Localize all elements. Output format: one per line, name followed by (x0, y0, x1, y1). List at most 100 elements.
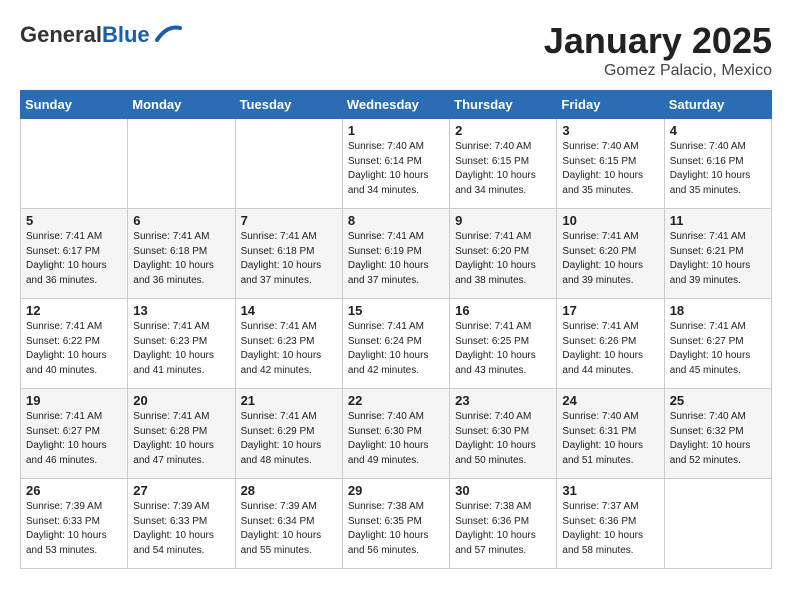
day-number: 10 (562, 213, 658, 228)
calendar-cell: 11 Sunrise: 7:41 AMSunset: 6:21 PMDayligh… (664, 209, 771, 299)
day-info: Sunrise: 7:40 AMSunset: 6:16 PMDaylight:… (670, 140, 766, 198)
logo: GeneralBlue (20, 20, 182, 50)
day-info: Sunrise: 7:40 AMSunset: 6:14 PMDaylight:… (348, 140, 444, 198)
calendar-cell: 24 Sunrise: 7:40 AMSunset: 6:31 PMDayligh… (557, 389, 664, 479)
day-number: 18 (670, 303, 766, 318)
day-info: Sunrise: 7:41 AMSunset: 6:19 PMDaylight:… (348, 230, 444, 288)
day-number: 12 (26, 303, 122, 318)
weekday-header-monday: Monday (128, 91, 235, 119)
calendar-week-row: 26 Sunrise: 7:39 AMSunset: 6:33 PMDayligh… (21, 479, 772, 569)
day-info: Sunrise: 7:41 AMSunset: 6:20 PMDaylight:… (455, 230, 551, 288)
day-info: Sunrise: 7:40 AMSunset: 6:30 PMDaylight:… (455, 410, 551, 468)
calendar-cell (664, 479, 771, 569)
calendar-cell: 14Sunrise: 7:41 AMSunset: 6:23 PMDayligh… (235, 299, 342, 389)
calendar-body: 1 Sunrise: 7:40 AMSunset: 6:14 PMDaylight… (21, 119, 772, 569)
day-info: Sunrise: 7:38 AMSunset: 6:35 PMDaylight:… (348, 500, 444, 558)
calendar-cell: 1 Sunrise: 7:40 AMSunset: 6:14 PMDaylight… (342, 119, 449, 209)
calendar-cell: 25 Sunrise: 7:40 AMSunset: 6:32 PMDayligh… (664, 389, 771, 479)
calendar-cell: 13 Sunrise: 7:41 AMSunset: 6:23 PMDayligh… (128, 299, 235, 389)
day-info: Sunrise: 7:41 AMSunset: 6:23 PMDaylight:… (241, 320, 337, 378)
weekday-header-tuesday: Tuesday (235, 91, 342, 119)
calendar-table: SundayMondayTuesdayWednesdayThursdayFrid… (20, 90, 772, 569)
logo-icon (152, 20, 182, 50)
calendar-cell: 3 Sunrise: 7:40 AMSunset: 6:15 PMDaylight… (557, 119, 664, 209)
calendar-cell: 19Sunrise: 7:41 AMSunset: 6:27 PMDayligh… (21, 389, 128, 479)
day-number: 15 (348, 303, 444, 318)
calendar-week-row: 1 Sunrise: 7:40 AMSunset: 6:14 PMDaylight… (21, 119, 772, 209)
weekday-header-saturday: Saturday (664, 91, 771, 119)
calendar-cell: 31 Sunrise: 7:37 AMSunset: 6:36 PMDayligh… (557, 479, 664, 569)
day-info: Sunrise: 7:41 AMSunset: 6:21 PMDaylight:… (670, 230, 766, 288)
calendar-week-row: 12 Sunrise: 7:41 AMSunset: 6:22 PMDayligh… (21, 299, 772, 389)
title-block: January 2025 Gomez Palacio, Mexico (544, 20, 772, 80)
day-number: 11 (670, 213, 766, 228)
day-info: Sunrise: 7:40 AMSunset: 6:32 PMDaylight:… (670, 410, 766, 468)
page-header: GeneralBlue January 2025 Gomez Palacio, … (20, 20, 772, 80)
day-info: Sunrise: 7:41 AMSunset: 6:24 PMDaylight:… (348, 320, 444, 378)
day-info: Sunrise: 7:41 AMSunset: 6:22 PMDaylight:… (26, 320, 122, 378)
day-info: Sunrise: 7:41 AMSunset: 6:20 PMDaylight:… (562, 230, 658, 288)
day-info: Sunrise: 7:41 AMSunset: 6:26 PMDaylight:… (562, 320, 658, 378)
day-number: 26 (26, 483, 122, 498)
day-number: 1 (348, 123, 444, 138)
day-number: 28 (241, 483, 337, 498)
calendar-cell: 2Sunrise: 7:40 AMSunset: 6:15 PMDaylight… (450, 119, 557, 209)
calendar-cell: 22 Sunrise: 7:40 AMSunset: 6:30 PMDayligh… (342, 389, 449, 479)
calendar-title: January 2025 (544, 20, 772, 62)
day-number: 16 (455, 303, 551, 318)
calendar-cell: 18 Sunrise: 7:41 AMSunset: 6:27 PMDayligh… (664, 299, 771, 389)
calendar-cell: 29 Sunrise: 7:38 AMSunset: 6:35 PMDayligh… (342, 479, 449, 569)
calendar-cell: 17Sunrise: 7:41 AMSunset: 6:26 PMDayligh… (557, 299, 664, 389)
day-number: 7 (241, 213, 337, 228)
weekday-header-wednesday: Wednesday (342, 91, 449, 119)
day-number: 31 (562, 483, 658, 498)
calendar-cell: 30Sunrise: 7:38 AMSunset: 6:36 PMDayligh… (450, 479, 557, 569)
day-info: Sunrise: 7:40 AMSunset: 6:30 PMDaylight:… (348, 410, 444, 468)
day-number: 22 (348, 393, 444, 408)
day-number: 8 (348, 213, 444, 228)
calendar-cell: 26 Sunrise: 7:39 AMSunset: 6:33 PMDayligh… (21, 479, 128, 569)
day-info: Sunrise: 7:39 AMSunset: 6:34 PMDaylight:… (241, 500, 337, 558)
day-info: Sunrise: 7:41 AMSunset: 6:18 PMDaylight:… (241, 230, 337, 288)
calendar-week-row: 5Sunrise: 7:41 AMSunset: 6:17 PMDaylight… (21, 209, 772, 299)
day-info: Sunrise: 7:40 AMSunset: 6:31 PMDaylight:… (562, 410, 658, 468)
day-number: 5 (26, 213, 122, 228)
day-info: Sunrise: 7:41 AMSunset: 6:18 PMDaylight:… (133, 230, 229, 288)
calendar-cell: 5Sunrise: 7:41 AMSunset: 6:17 PMDaylight… (21, 209, 128, 299)
day-number: 20 (133, 393, 229, 408)
day-number: 25 (670, 393, 766, 408)
calendar-cell: 6Sunrise: 7:41 AMSunset: 6:18 PMDaylight… (128, 209, 235, 299)
logo-blue-text: Blue (102, 22, 150, 47)
day-number: 24 (562, 393, 658, 408)
day-number: 29 (348, 483, 444, 498)
calendar-header: SundayMondayTuesdayWednesdayThursdayFrid… (21, 91, 772, 119)
day-number: 13 (133, 303, 229, 318)
weekday-header-row: SundayMondayTuesdayWednesdayThursdayFrid… (21, 91, 772, 119)
weekday-header-thursday: Thursday (450, 91, 557, 119)
calendar-cell: 10 Sunrise: 7:41 AMSunset: 6:20 PMDayligh… (557, 209, 664, 299)
calendar-cell: 21Sunrise: 7:41 AMSunset: 6:29 PMDayligh… (235, 389, 342, 479)
day-info: Sunrise: 7:41 AMSunset: 6:23 PMDaylight:… (133, 320, 229, 378)
day-info: Sunrise: 7:39 AMSunset: 6:33 PMDaylight:… (26, 500, 122, 558)
day-info: Sunrise: 7:37 AMSunset: 6:36 PMDaylight:… (562, 500, 658, 558)
day-info: Sunrise: 7:40 AMSunset: 6:15 PMDaylight:… (562, 140, 658, 198)
day-info: Sunrise: 7:41 AMSunset: 6:29 PMDaylight:… (241, 410, 337, 468)
day-number: 27 (133, 483, 229, 498)
weekday-header-friday: Friday (557, 91, 664, 119)
calendar-cell: 28 Sunrise: 7:39 AMSunset: 6:34 PMDayligh… (235, 479, 342, 569)
day-info: Sunrise: 7:41 AMSunset: 6:28 PMDaylight:… (133, 410, 229, 468)
day-number: 23 (455, 393, 551, 408)
day-number: 2 (455, 123, 551, 138)
calendar-subtitle: Gomez Palacio, Mexico (544, 62, 772, 80)
calendar-cell: 7 Sunrise: 7:41 AMSunset: 6:18 PMDaylight… (235, 209, 342, 299)
day-number: 19 (26, 393, 122, 408)
day-number: 4 (670, 123, 766, 138)
calendar-cell: 8 Sunrise: 7:41 AMSunset: 6:19 PMDaylight… (342, 209, 449, 299)
calendar-cell: 15 Sunrise: 7:41 AMSunset: 6:24 PMDayligh… (342, 299, 449, 389)
day-info: Sunrise: 7:41 AMSunset: 6:27 PMDaylight:… (670, 320, 766, 378)
weekday-header-sunday: Sunday (21, 91, 128, 119)
calendar-cell (21, 119, 128, 209)
calendar-cell (128, 119, 235, 209)
day-number: 3 (562, 123, 658, 138)
day-number: 9 (455, 213, 551, 228)
